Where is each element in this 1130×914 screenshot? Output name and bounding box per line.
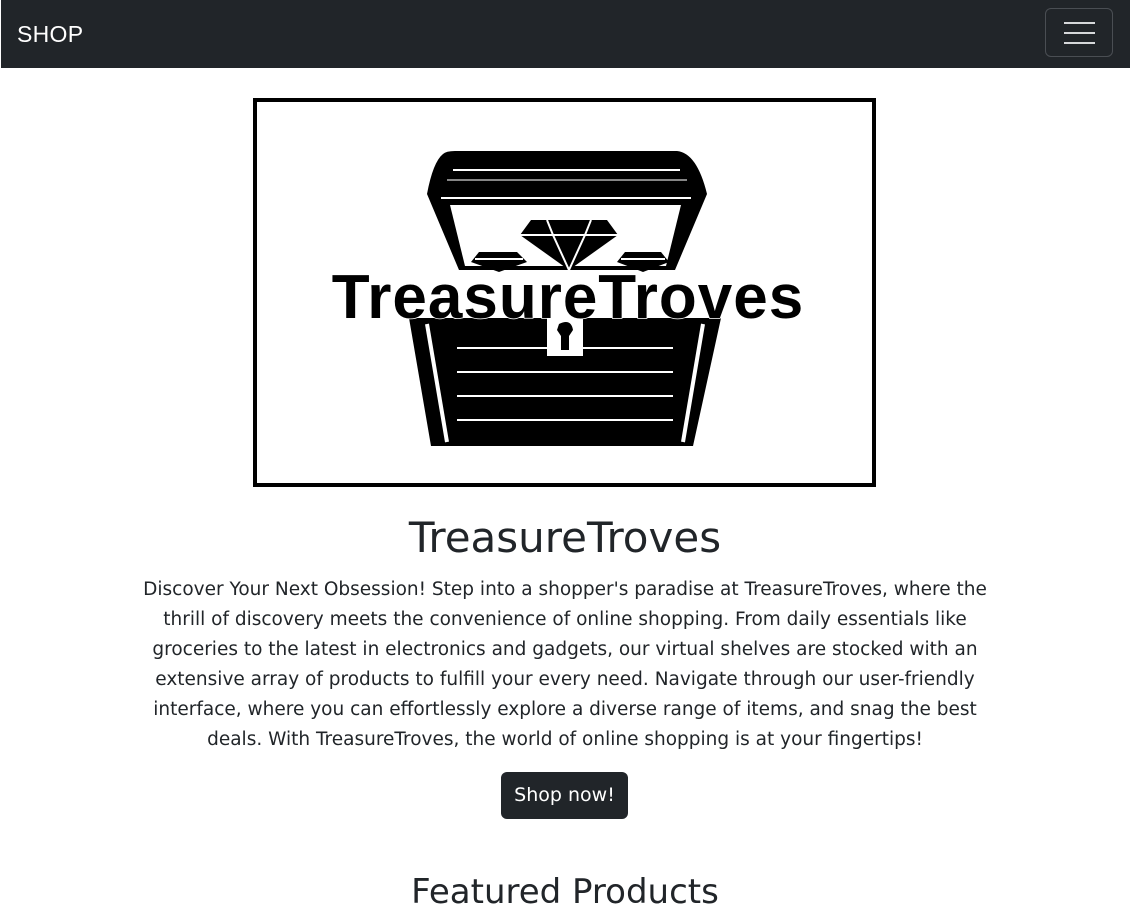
navbar-brand[interactable]: SHOP	[17, 18, 83, 50]
hero-description: Discover Your Next Obsession! Step into …	[143, 579, 987, 750]
treasure-chest-icon: TreasureTroves	[331, 151, 804, 446]
logo-wordmark: TreasureTroves	[332, 263, 804, 332]
navbar: SHOP	[0, 0, 1130, 68]
shop-now-button[interactable]: Shop now!	[501, 772, 628, 819]
featured-products-heading: Featured Products	[411, 872, 719, 912]
page-title: TreasureTroves	[408, 513, 722, 562]
hero-logo: TreasureTroves	[253, 98, 876, 487]
navbar-toggle-button[interactable]	[1045, 8, 1113, 57]
